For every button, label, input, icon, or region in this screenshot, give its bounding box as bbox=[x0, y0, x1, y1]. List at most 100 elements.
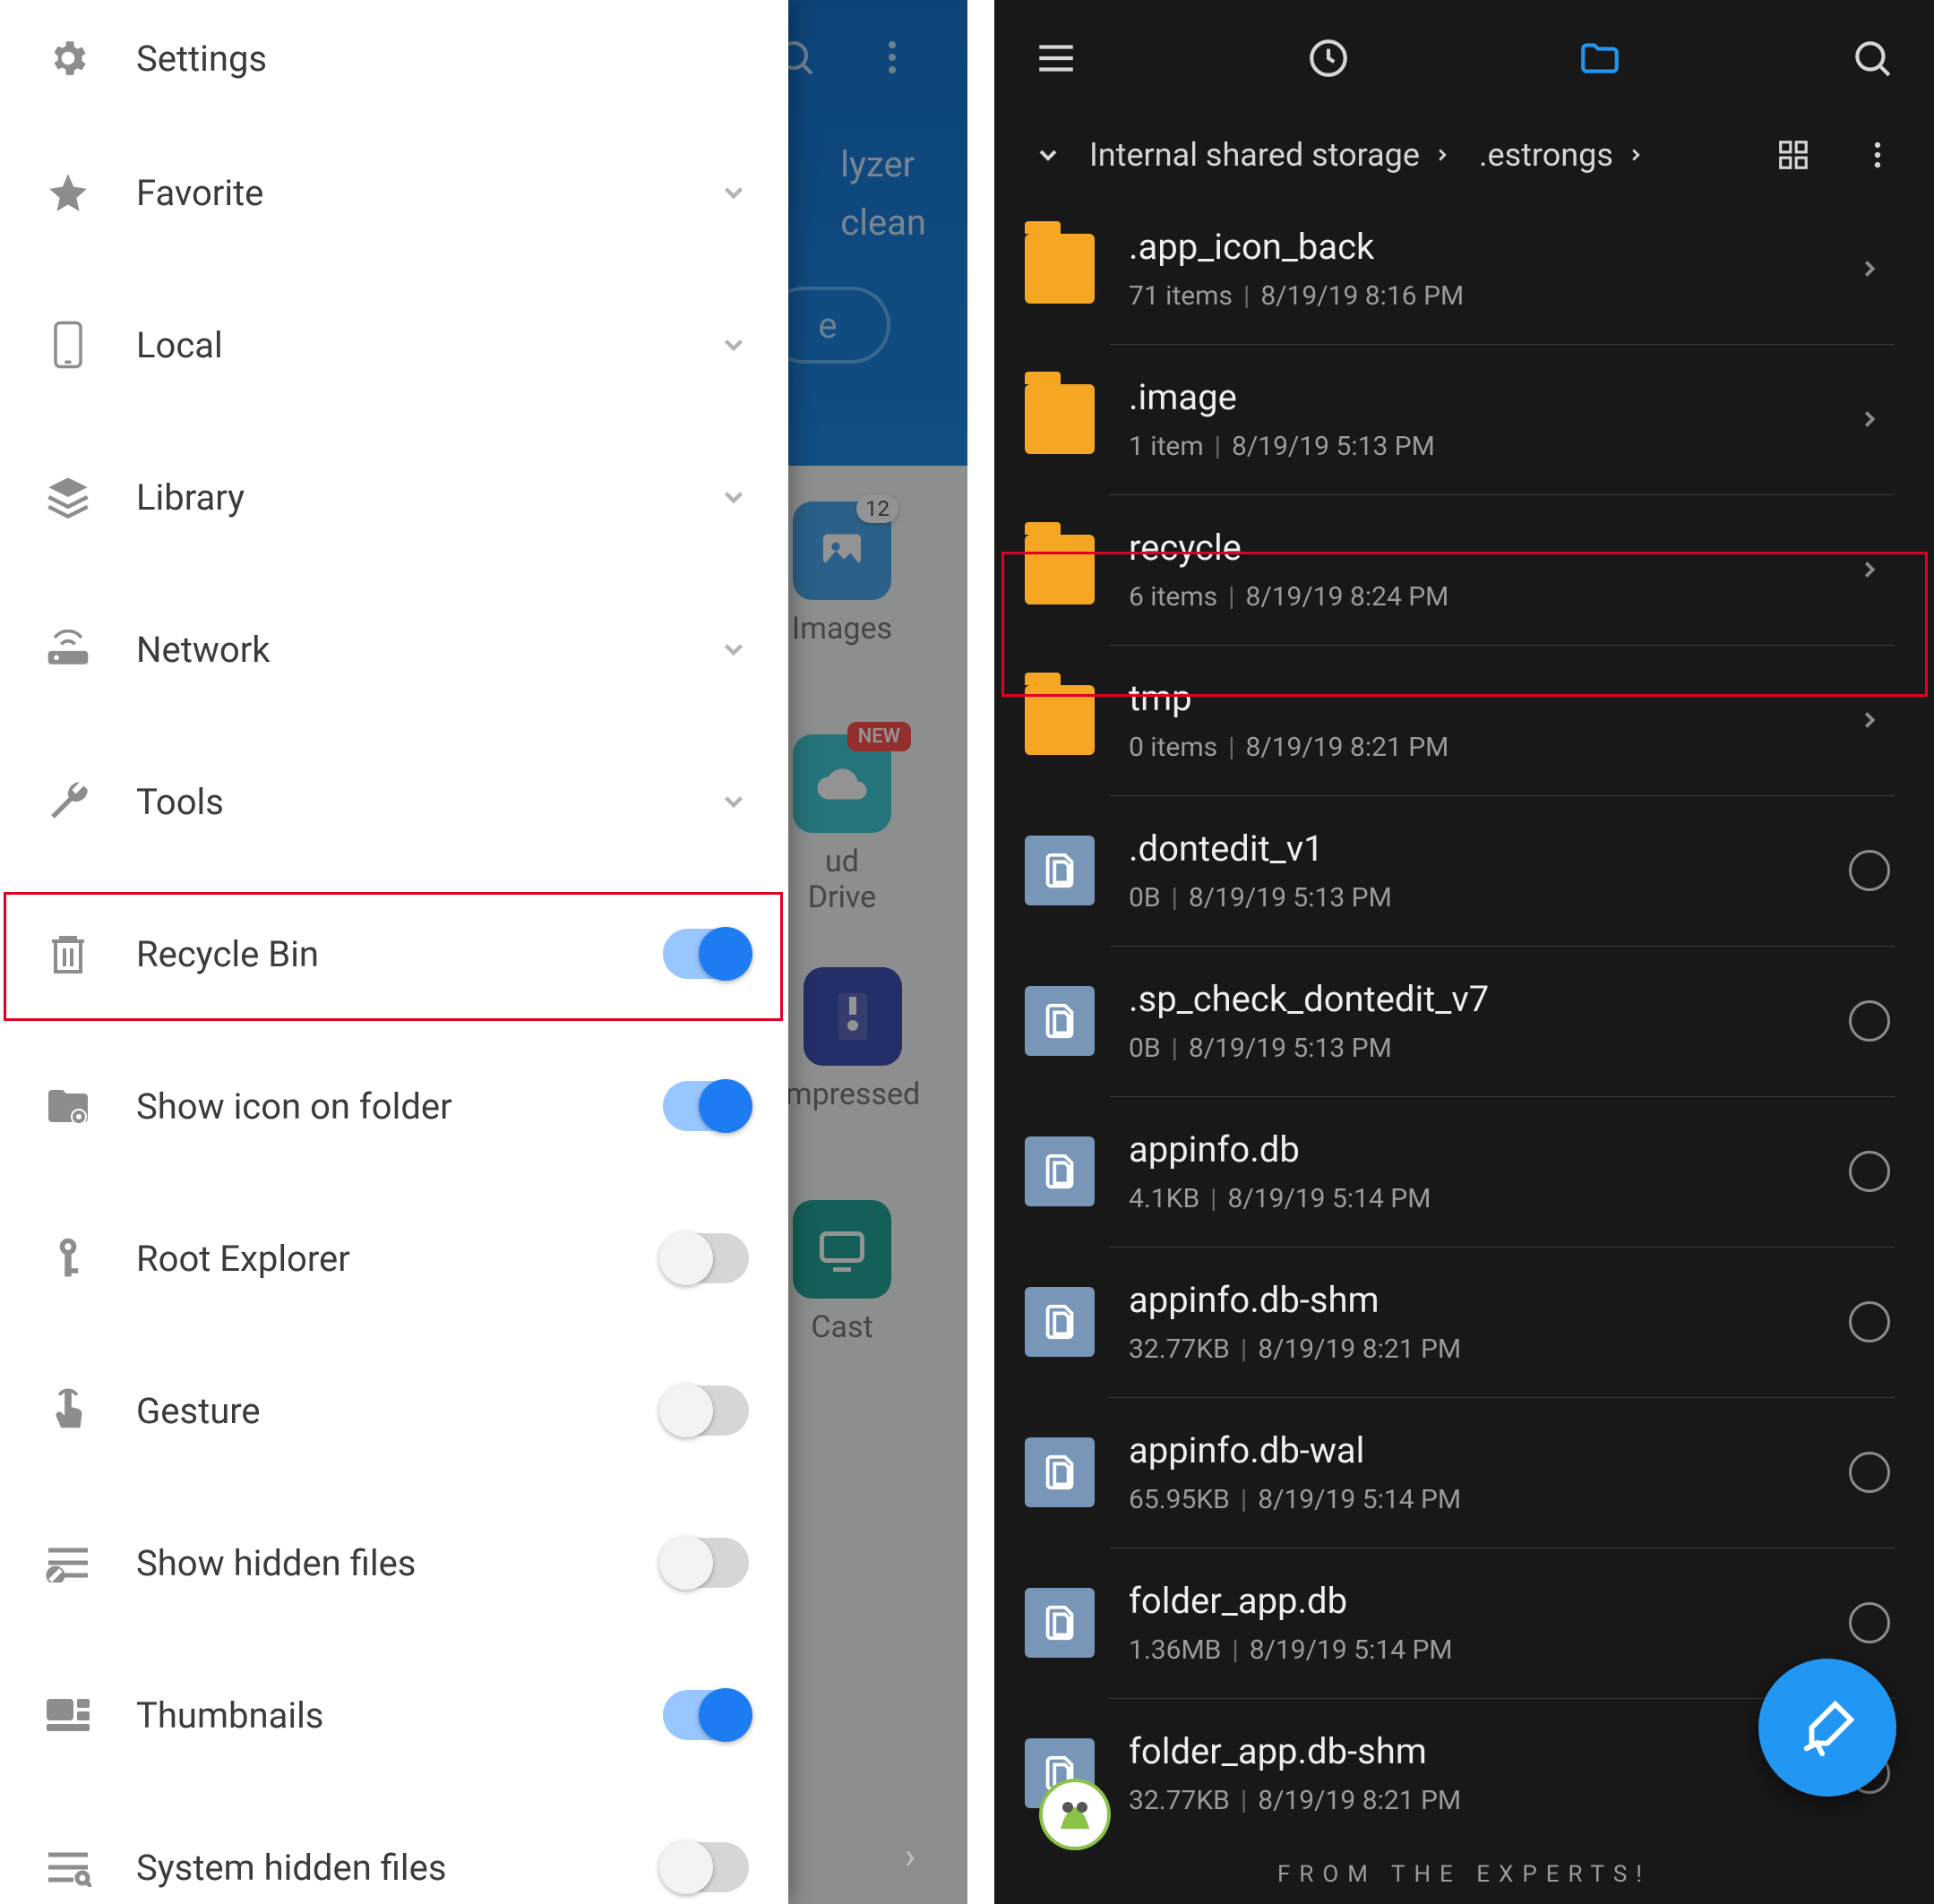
folder-icon bbox=[1025, 535, 1095, 605]
select-radio[interactable] bbox=[1844, 1000, 1895, 1042]
clock-icon[interactable] bbox=[1306, 36, 1351, 81]
chevron-down-icon[interactable] bbox=[1034, 141, 1062, 169]
select-radio[interactable] bbox=[1844, 1602, 1895, 1643]
search-icon[interactable] bbox=[1850, 36, 1895, 81]
layers-icon bbox=[45, 474, 91, 520]
more-vert-icon[interactable] bbox=[1861, 138, 1895, 172]
folder-icon bbox=[1025, 234, 1095, 304]
appuals-logo-icon bbox=[1039, 1779, 1111, 1850]
folder-row[interactable]: recycle6 items|8/19/19 8:24 PM bbox=[994, 494, 1934, 645]
drawer-item-label: Favorite bbox=[136, 172, 718, 214]
toggle-showicon[interactable] bbox=[663, 1081, 749, 1131]
drawer-item-label: Library bbox=[136, 476, 718, 519]
thumbnails-icon bbox=[45, 1692, 91, 1738]
wrench-icon bbox=[45, 778, 91, 825]
drawer-item-label: Gesture bbox=[136, 1390, 663, 1432]
file-row[interactable]: appinfo.db-wal65.95KB|8/19/19 5:14 PM bbox=[994, 1397, 1934, 1548]
row-meta: 32.77KB|8/19/19 8:21 PM bbox=[1129, 1785, 1844, 1816]
chevron-down-icon bbox=[718, 786, 749, 817]
settings-drawer: Settings Favorite Local Library Network Tools… bbox=[0, 0, 788, 1904]
chevron-down-icon bbox=[718, 177, 749, 208]
phone-icon bbox=[45, 322, 91, 368]
drawer-item-library[interactable]: Library bbox=[0, 421, 788, 573]
right-screenshot: Internal shared storage .estrongs .app_i… bbox=[994, 0, 1934, 1904]
folder-row[interactable]: .app_icon_back 71 items|8/19/19 8:16 PM bbox=[994, 193, 1934, 344]
select-radio[interactable] bbox=[1844, 1151, 1895, 1192]
drawer-item-rootexp[interactable]: Root Explorer bbox=[0, 1182, 788, 1334]
drawer-item-label: Recycle Bin bbox=[136, 933, 663, 975]
drawer-item-label: Local bbox=[136, 324, 718, 366]
drawer-item-gesture[interactable]: Gesture bbox=[0, 1334, 788, 1487]
drawer-item-label: Tools bbox=[136, 781, 718, 823]
folder-eye-icon bbox=[45, 1083, 91, 1129]
drawer-item-thumbs[interactable]: Thumbnails bbox=[0, 1639, 788, 1791]
folder-row[interactable]: .image 1 item|8/19/19 5:13 PM bbox=[994, 344, 1934, 494]
toggle-thumbs[interactable] bbox=[663, 1690, 749, 1740]
row-meta: 32.77KB|8/19/19 8:21 PM bbox=[1129, 1334, 1844, 1365]
chevron-right-icon: › bbox=[905, 1835, 915, 1877]
toggle-recyclebin[interactable] bbox=[663, 929, 749, 979]
folder-icon bbox=[1025, 685, 1095, 755]
toggle-gesture[interactable] bbox=[663, 1385, 749, 1436]
select-radio[interactable] bbox=[1844, 1452, 1895, 1493]
row-name: .dontedit_v1 bbox=[1129, 828, 1844, 870]
drawer-item-label: Show hidden files bbox=[136, 1542, 663, 1584]
footer-tagline: FROM THE EXPERTS! bbox=[994, 1861, 1934, 1888]
row-meta: 0B|8/19/19 5:13 PM bbox=[1129, 882, 1844, 913]
row-name: .app_icon_back bbox=[1129, 226, 1844, 268]
drawer-item-settings[interactable]: Settings bbox=[0, 0, 788, 116]
folder-row[interactable]: tmp0 items|8/19/19 8:21 PM bbox=[994, 645, 1934, 795]
drawer-item-local[interactable]: Local bbox=[0, 269, 788, 421]
chevron-down-icon bbox=[718, 330, 749, 360]
drawer-item-label: Thumbnails bbox=[136, 1694, 663, 1737]
row-meta: 65.95KB|8/19/19 5:14 PM bbox=[1129, 1484, 1844, 1515]
drawer-item-syshidden[interactable]: System hidden files bbox=[0, 1791, 788, 1904]
toggle-rootexp[interactable] bbox=[663, 1233, 749, 1283]
toggle-hidden[interactable] bbox=[663, 1538, 749, 1588]
drawer-item-hidden[interactable]: Show hidden files bbox=[0, 1487, 788, 1639]
chevron-down-icon bbox=[718, 482, 749, 512]
row-meta: 1 item|8/19/19 5:13 PM bbox=[1129, 431, 1844, 462]
drawer-item-showicon[interactable]: Show icon on folder bbox=[0, 1030, 788, 1182]
left-screenshot: lyzer clean e 12 Images NEW ud Drive bbox=[0, 0, 967, 1904]
file-icon bbox=[1025, 1437, 1095, 1507]
trash-icon bbox=[45, 931, 91, 977]
router-icon bbox=[45, 626, 91, 673]
drawer-item-recyclebin[interactable]: Recycle Bin bbox=[0, 878, 788, 1030]
file-list: .app_icon_back 71 items|8/19/19 8:16 PM .i… bbox=[994, 193, 1934, 1848]
row-name: folder_app.db-shm bbox=[1129, 1730, 1844, 1772]
list-hidden-icon bbox=[45, 1539, 91, 1586]
file-icon bbox=[1025, 1287, 1095, 1357]
chevron-right-icon bbox=[1844, 707, 1895, 733]
file-row[interactable]: appinfo.db4.1KB|8/19/19 5:14 PM bbox=[994, 1096, 1934, 1247]
row-meta: 4.1KB|8/19/19 5:14 PM bbox=[1129, 1183, 1844, 1214]
key-icon bbox=[45, 1235, 91, 1282]
row-name: appinfo.db-shm bbox=[1129, 1279, 1844, 1321]
chevron-right-icon bbox=[1844, 255, 1895, 282]
select-radio[interactable] bbox=[1844, 850, 1895, 891]
breadcrumb-current[interactable]: .estrongs bbox=[1479, 136, 1646, 174]
hamburger-icon[interactable] bbox=[1034, 36, 1079, 81]
drawer-item-favorite[interactable]: Favorite bbox=[0, 116, 788, 269]
row-name: .image bbox=[1129, 376, 1844, 418]
breadcrumb: Internal shared storage .estrongs bbox=[994, 116, 1934, 193]
file-row[interactable]: .sp_check_dontedit_v70B|8/19/19 5:13 PM bbox=[994, 946, 1934, 1096]
select-radio[interactable] bbox=[1844, 1301, 1895, 1342]
folder-tab-icon[interactable] bbox=[1577, 36, 1622, 81]
list-sys-icon bbox=[45, 1844, 91, 1891]
drawer-item-tools[interactable]: Tools bbox=[0, 725, 788, 878]
grid-view-icon[interactable] bbox=[1776, 138, 1810, 172]
drawer-item-network[interactable]: Network bbox=[0, 573, 788, 725]
gear-icon bbox=[45, 35, 91, 81]
toggle-syshidden[interactable] bbox=[663, 1842, 749, 1892]
row-meta: 0B|8/19/19 5:13 PM bbox=[1129, 1033, 1844, 1064]
clean-fab[interactable] bbox=[1758, 1659, 1896, 1797]
file-row[interactable]: .dontedit_v1 0B|8/19/19 5:13 PM bbox=[994, 795, 1934, 946]
row-meta: 0 items|8/19/19 8:21 PM bbox=[1129, 732, 1844, 763]
chevron-down-icon bbox=[718, 634, 749, 665]
breadcrumb-root[interactable]: Internal shared storage bbox=[1089, 136, 1452, 174]
file-row[interactable]: appinfo.db-shm 32.77KB|8/19/19 8:21 PM bbox=[994, 1247, 1934, 1397]
row-meta: 71 items|8/19/19 8:16 PM bbox=[1129, 280, 1844, 312]
chevron-right-icon bbox=[1844, 406, 1895, 433]
file-icon bbox=[1025, 1588, 1095, 1658]
